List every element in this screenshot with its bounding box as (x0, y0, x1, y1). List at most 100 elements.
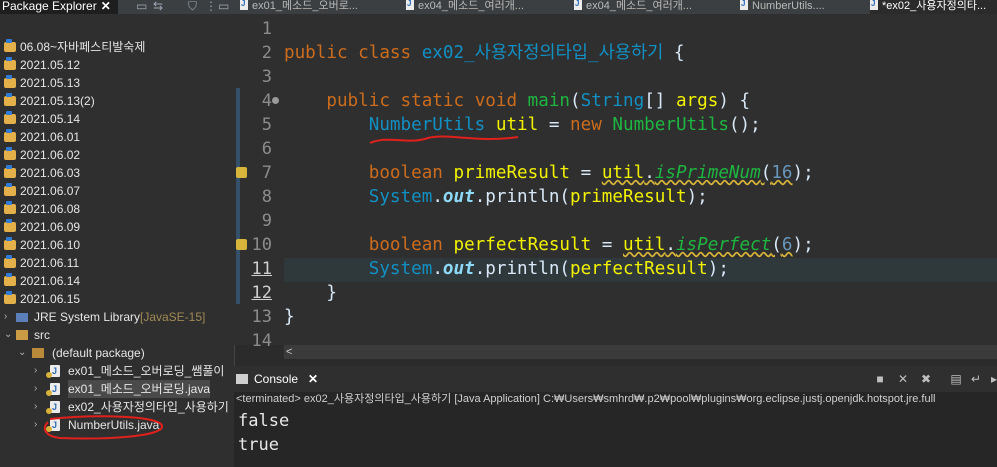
chevron-right-icon[interactable]: › (4, 308, 7, 326)
red-annotation-underline (369, 135, 519, 144)
java-file-icon (740, 0, 748, 10)
tree-item-project[interactable]: 2021.06.07 (0, 182, 234, 200)
code-line-4: public static void main(String[] args) { (326, 91, 751, 111)
tree-item-project[interactable]: 2021.06.11 (0, 254, 234, 272)
tree-item-jre[interactable]: › JRE System Library [JavaSE-15] (0, 308, 234, 326)
src-label: src (34, 328, 50, 342)
java-file-icon (46, 362, 60, 380)
tree-item-project[interactable]: 2021.05.13(2) (0, 92, 234, 110)
chevron-right-icon[interactable]: › (34, 380, 37, 398)
project-label: 2021.06.07 (20, 184, 81, 198)
tree-item-project[interactable]: 2021.05.13 (0, 74, 234, 92)
tab-ex02-active[interactable]: *ex02_사용자정의타... (870, 0, 997, 14)
console-tab-label: Console (254, 372, 299, 386)
project-folder-icon (4, 255, 16, 268)
warning-icon[interactable] (236, 239, 247, 250)
tab-numberutils[interactable]: NumberUtils.... (740, 0, 862, 14)
line-number: 9 (261, 211, 272, 231)
chevron-right-icon[interactable]: › (34, 362, 37, 380)
project-label: 2021.06.14 (20, 274, 81, 288)
pin-console-icon[interactable]: ▸ (988, 373, 997, 385)
close-icon[interactable]: ✕ (308, 372, 318, 386)
scroll-lock-icon[interactable]: ▤ (950, 373, 962, 385)
tree-item-project[interactable]: 2021.06.02 (0, 146, 234, 164)
minimize-view-icon[interactable]: ▭ (218, 0, 229, 14)
code-line-11: System.out.println(perfectResult); (368, 259, 729, 279)
tree-item-src[interactable]: ⌄ src (0, 326, 234, 344)
chevron-down-icon[interactable]: ⌄ (4, 326, 12, 344)
project-folder-icon (4, 219, 16, 232)
java-file-icon (406, 0, 414, 10)
warning-icon[interactable] (236, 167, 247, 178)
project-label: 2021.05.14 (20, 112, 81, 126)
tree-item-project[interactable]: 2021.06.10 (0, 236, 234, 254)
filter-icon[interactable]: ⛉ (188, 0, 197, 14)
tree-item-project[interactable]: 2021.06.08 (0, 200, 234, 218)
project-folder-icon (4, 291, 16, 304)
fold-icon[interactable] (272, 97, 279, 104)
source-folder-icon (16, 330, 28, 340)
tab-ex04-methods-2[interactable]: ex04_메소드_여러개... (574, 0, 716, 14)
tree-item-project[interactable]: 06.08~자바페스티발숙제 (0, 38, 234, 56)
line-number: 6 (261, 139, 272, 159)
line-number: 1 (261, 19, 272, 39)
tree-item-project[interactable]: 2021.06.03 (0, 164, 234, 182)
project-label: 2021.06.08 (20, 202, 81, 216)
file-label: ex01_메소드_오버로딩.java (68, 380, 210, 398)
project-folder-icon (4, 165, 16, 178)
tree-item-project[interactable]: 2021.05.14 (0, 110, 234, 128)
red-annotation-circle (43, 415, 163, 440)
line-number: 13 (251, 307, 272, 327)
line-number: 14 (251, 331, 272, 351)
explorer-tab-label: Package Explorer (2, 0, 97, 13)
terminate-icon[interactable]: ■ (874, 373, 886, 385)
word-wrap-icon[interactable]: ↵ (970, 373, 982, 385)
tree-item-java-file[interactable]: › ex01_메소드_오버로딩.java (0, 380, 234, 398)
link-editor-icon[interactable]: ⇆ (153, 0, 163, 14)
tab-ex04-methods-1[interactable]: ex04_메소드_여러개... (406, 0, 548, 14)
tab-ex01-overloading[interactable]: ex01_메소드_오버로... (240, 0, 382, 14)
project-folder-icon (4, 201, 16, 214)
package-label: (default package) (52, 346, 145, 360)
tab-package-explorer[interactable]: Package Explorer ✕ (0, 0, 118, 14)
chevron-right-icon[interactable]: › (34, 398, 37, 416)
view-menu-icon[interactable]: ⋮ (205, 0, 217, 14)
jre-label: JRE System Library (34, 310, 141, 324)
jre-version: [JavaSE-15] (140, 310, 206, 324)
tree-item-project[interactable]: 2021.05.12 (0, 56, 234, 74)
library-icon (16, 313, 28, 322)
java-file-icon (240, 0, 248, 10)
tree-item-java-file[interactable]: › ex01_메소드_오버로딩_쌤풀이 (0, 362, 234, 380)
tree-item-default-package[interactable]: ⌄ (default package) (0, 344, 234, 362)
line-number: 8 (261, 187, 272, 207)
tab-console[interactable]: Console ✕ (236, 368, 318, 390)
project-label: 2021.05.12 (20, 58, 81, 72)
remove-launch-icon[interactable]: ✕ (897, 373, 909, 385)
java-file-icon (574, 0, 582, 10)
chevron-down-icon[interactable]: ⌄ (18, 344, 26, 362)
project-folder-icon (4, 237, 16, 250)
minimize-icon[interactable]: ▭ (136, 0, 147, 14)
close-icon[interactable]: ✕ (101, 0, 111, 13)
project-label: 2021.06.03 (20, 166, 81, 180)
project-folder-icon (4, 39, 16, 52)
tree-item-project[interactable]: 2021.06.14 (0, 272, 234, 290)
console-status: <terminated> ex02_사용자정의타입_사용하기 [Java App… (236, 393, 936, 405)
console-output-line: true (238, 435, 279, 455)
warning-overlay-icon (46, 372, 52, 378)
remove-all-icon[interactable]: ✖ (920, 373, 932, 385)
project-folder-icon (4, 129, 16, 142)
project-folder-icon (4, 93, 16, 106)
tree-item-project[interactable]: 2021.06.15 (0, 290, 234, 308)
project-folder-icon (4, 57, 16, 70)
scroll-left-arrow[interactable]: < (284, 346, 292, 358)
project-label: 2021.06.01 (20, 130, 81, 144)
horizontal-scrollbar[interactable]: < (284, 345, 997, 359)
project-label: 2021.06.10 (20, 238, 81, 252)
tree-item-project[interactable]: 2021.06.01 (0, 128, 234, 146)
line-number: 4 (261, 91, 272, 111)
tree-item-project[interactable]: 2021.06.09 (0, 218, 234, 236)
console-output-line: false (238, 411, 290, 431)
chevron-right-icon[interactable]: › (34, 416, 37, 434)
code-line-2: public class ex02_사용자정의타입_사용하기 { (284, 43, 685, 63)
